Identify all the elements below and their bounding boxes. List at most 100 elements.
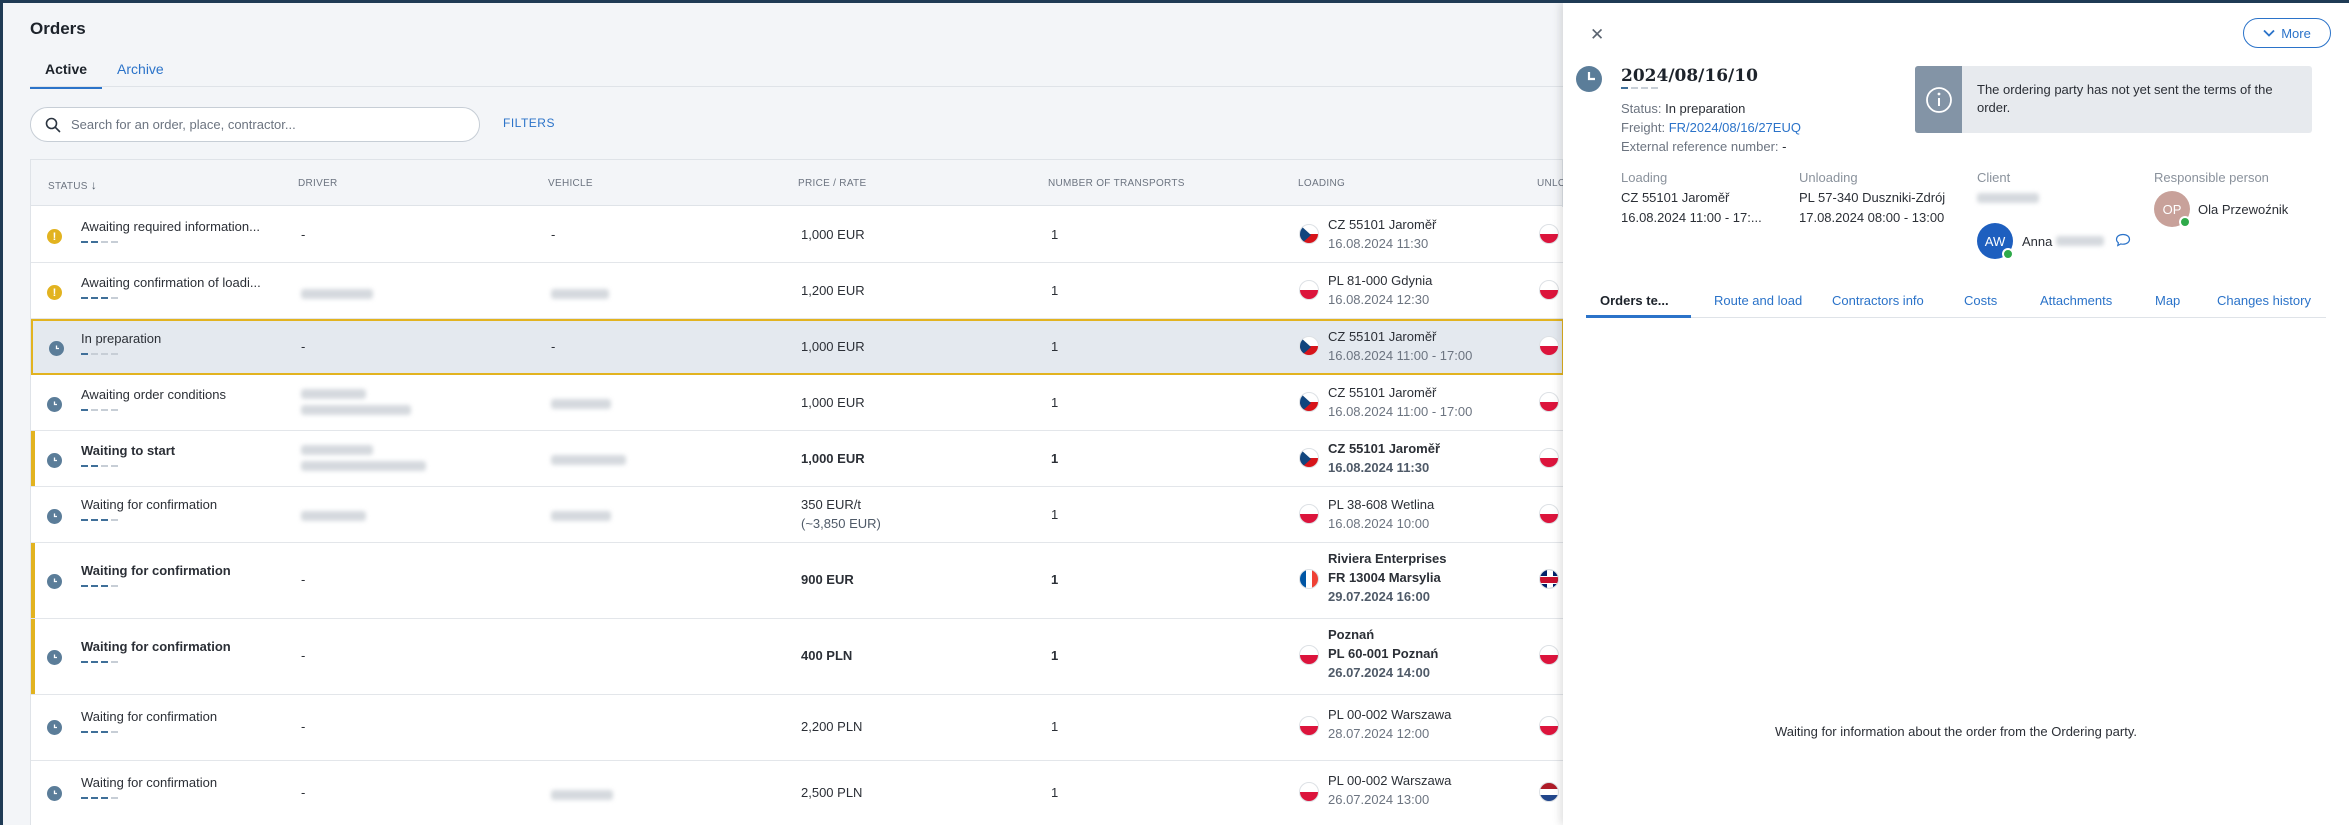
order-status-value: In preparation bbox=[1665, 101, 1746, 116]
orders-tabs: Active Archive bbox=[30, 55, 179, 89]
flag-cz-icon bbox=[1299, 448, 1319, 468]
avatar[interactable]: OP bbox=[2154, 191, 2191, 228]
flag-pl-icon bbox=[1299, 280, 1319, 300]
responsible-initials: OP bbox=[2162, 201, 2182, 217]
row-status: Waiting for confirmation bbox=[81, 709, 218, 724]
row-vehicle-redacted bbox=[551, 287, 609, 302]
row-loading-date: 28.07.2024 12:00 bbox=[1328, 726, 1430, 741]
active-tab-indicator bbox=[1586, 315, 1691, 318]
freight-link[interactable]: FR/2024/08/16/27EUQ bbox=[1669, 120, 1801, 135]
row-status: Waiting for confirmation bbox=[81, 775, 218, 790]
tabs-divider bbox=[30, 86, 1563, 87]
table-row[interactable]: Waiting for confirmation - 900 EUR 1 Riv… bbox=[31, 543, 1564, 619]
row-status: Awaiting confirmation of loadi... bbox=[81, 275, 261, 290]
progress-dashes bbox=[81, 353, 118, 355]
table-row-selected[interactable]: In preparation - - 1,000 EUR 1 CZ 55101 … bbox=[31, 319, 1564, 375]
avatar[interactable]: AW bbox=[1977, 223, 2014, 260]
flag-pl-icon bbox=[1539, 280, 1559, 300]
row-vehicle-redacted bbox=[551, 453, 626, 468]
page-title: Orders bbox=[30, 19, 86, 38]
tab-orders-terms[interactable]: Orders te... bbox=[1600, 293, 1669, 308]
column-header-price[interactable]: PRICE / RATE bbox=[798, 178, 866, 189]
row-price: 900 EUR bbox=[801, 572, 854, 587]
tab-route-and-load[interactable]: Route and load bbox=[1714, 293, 1802, 308]
table-row[interactable]: Waiting for confirmation - 2,200 PLN 1 P… bbox=[31, 695, 1564, 761]
row-price: 350 EUR/t bbox=[801, 497, 861, 512]
tab-map[interactable]: Map bbox=[2155, 293, 2180, 308]
row-driver: - bbox=[301, 339, 306, 354]
table-row[interactable]: Waiting for confirmation - 400 PLN 1 Poz… bbox=[31, 619, 1564, 695]
table-row[interactable]: Waiting for confirmation - 2,500 PLN 1 P… bbox=[31, 761, 1564, 825]
tab-active[interactable]: Active bbox=[30, 55, 103, 89]
more-button[interactable]: More bbox=[2243, 18, 2331, 48]
info-icon bbox=[1915, 66, 1962, 133]
row-status: Waiting for confirmation bbox=[81, 497, 218, 512]
chat-icon[interactable] bbox=[2115, 233, 2131, 250]
column-header-transports[interactable]: NUMBER OF TRANSPORTS bbox=[1048, 178, 1185, 189]
freight-label: Freight: bbox=[1621, 120, 1666, 135]
progress-dashes bbox=[81, 731, 118, 733]
row-price: 1,000 EUR bbox=[801, 395, 865, 410]
tab-costs[interactable]: Costs bbox=[1964, 293, 1997, 308]
orders-table: STATUS ↓ DRIVER VEHICLE PRICE / RATE NUM… bbox=[30, 159, 1566, 825]
table-row[interactable]: ! Awaiting required information... - - 1… bbox=[31, 207, 1564, 263]
row-vehicle-redacted bbox=[551, 509, 611, 524]
row-loading-place: CZ 55101 Jaroměř bbox=[1328, 441, 1441, 456]
filters-button[interactable]: FILTERS bbox=[503, 116, 555, 130]
row-transports: 1 bbox=[1051, 785, 1059, 800]
search-box[interactable] bbox=[30, 107, 480, 142]
flag-pl-icon bbox=[1539, 392, 1559, 412]
order-detail-panel: ✕ More 2024/08/16/10 Status: In preparat… bbox=[1563, 3, 2349, 825]
row-driver: - bbox=[301, 719, 306, 734]
flag-pl-icon bbox=[1299, 716, 1319, 736]
row-loading-date: 26.07.2024 13:00 bbox=[1328, 792, 1430, 807]
tab-archive[interactable]: Archive bbox=[102, 55, 179, 89]
row-status: Waiting for confirmation bbox=[81, 639, 231, 654]
row-vehicle-redacted bbox=[551, 788, 613, 803]
column-header-status[interactable]: STATUS ↓ bbox=[48, 178, 97, 192]
table-row[interactable]: Waiting to start 1,000 EUR 1 CZ 55101 Ja… bbox=[31, 431, 1564, 487]
online-indicator bbox=[2002, 248, 2014, 260]
flag-pl-icon bbox=[1539, 645, 1559, 665]
column-header-vehicle[interactable]: VEHICLE bbox=[548, 178, 593, 189]
unloading-time: 17.08.2024 08:00 - 13:00 bbox=[1799, 210, 1945, 225]
unread-accent bbox=[31, 543, 35, 618]
flag-pl-icon bbox=[1299, 504, 1319, 524]
row-loading-date: 16.08.2024 10:00 bbox=[1328, 516, 1430, 531]
row-vehicle: - bbox=[551, 227, 556, 242]
progress-dashes bbox=[81, 297, 118, 299]
clock-icon bbox=[47, 453, 62, 468]
row-driver-redacted bbox=[301, 287, 373, 302]
search-icon bbox=[45, 117, 61, 132]
row-status: Awaiting order conditions bbox=[81, 387, 227, 402]
responsible-label: Responsible person bbox=[2154, 170, 2269, 185]
flag-cz-icon bbox=[1299, 224, 1319, 244]
column-header-unloading[interactable]: UNLO bbox=[1537, 178, 1566, 189]
progress-dashes bbox=[81, 409, 118, 411]
clock-icon bbox=[47, 720, 62, 735]
table-row[interactable]: ! Awaiting confirmation of loadi... 1,20… bbox=[31, 263, 1564, 319]
table-row[interactable]: Awaiting order conditions 1,000 EUR 1 CZ… bbox=[31, 375, 1564, 431]
flag-nl-icon bbox=[1539, 782, 1559, 802]
row-loading-date: 26.07.2024 14:00 bbox=[1328, 665, 1430, 680]
flag-uk-icon bbox=[1539, 569, 1559, 589]
tab-attachments[interactable]: Attachments bbox=[2040, 293, 2112, 308]
row-transports: 1 bbox=[1051, 451, 1059, 466]
orders-list-area: Orders Active Archive FILTERS STATUS ↓ D… bbox=[3, 3, 1566, 825]
table-row[interactable]: Waiting for confirmation 350 EUR/t (~3,8… bbox=[31, 487, 1564, 543]
search-input[interactable] bbox=[71, 117, 451, 132]
column-header-loading[interactable]: LOADING bbox=[1298, 178, 1345, 189]
tab-contractors-info[interactable]: Contractors info bbox=[1832, 293, 1924, 308]
tab-changes-history[interactable]: Changes history bbox=[2217, 293, 2311, 308]
flag-pl-icon bbox=[1539, 448, 1559, 468]
warning-icon: ! bbox=[47, 285, 62, 300]
row-transports: 1 bbox=[1051, 227, 1059, 242]
more-button-label: More bbox=[2281, 25, 2311, 41]
flag-cz-icon bbox=[1299, 336, 1319, 356]
close-icon[interactable]: ✕ bbox=[1590, 25, 1604, 45]
unread-accent bbox=[31, 431, 35, 486]
column-header-driver[interactable]: DRIVER bbox=[298, 178, 338, 189]
row-loading-company: Riviera Enterprises bbox=[1328, 551, 1447, 566]
responsible-name: Ola Przewoźnik bbox=[2198, 202, 2289, 217]
clock-icon bbox=[47, 397, 62, 412]
